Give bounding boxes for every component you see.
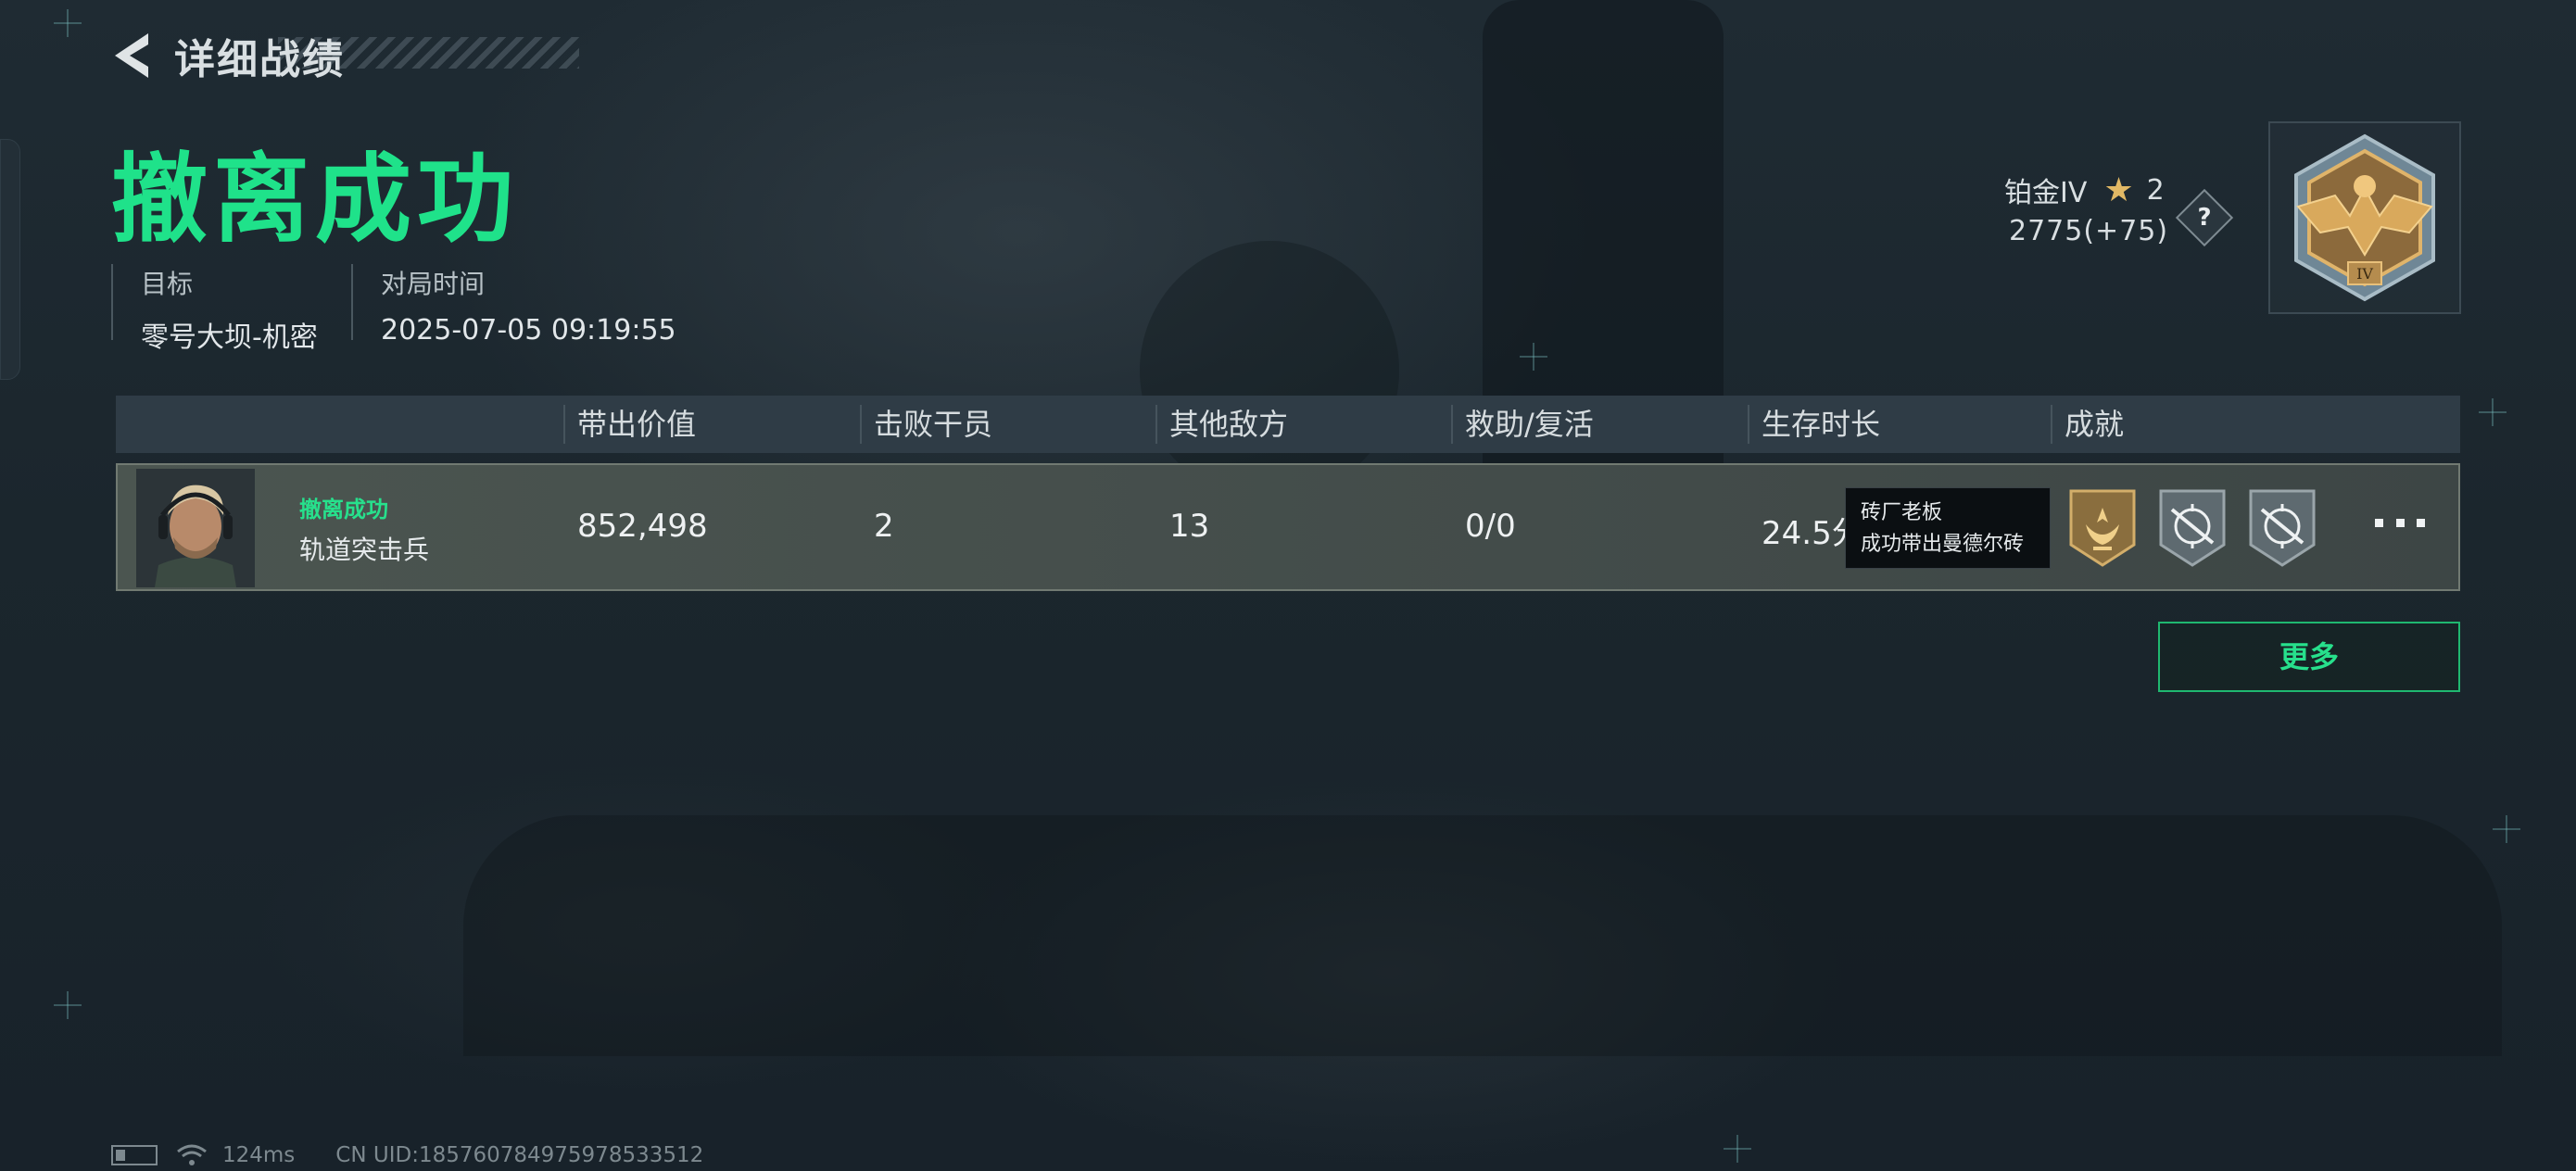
badge-numeral: IV (2356, 265, 2373, 283)
question-icon: ? (2197, 204, 2212, 232)
battery-icon (111, 1145, 158, 1165)
column-header-assist-revive: 救助/复活 (1465, 407, 1594, 442)
column-header-achievements: 成就 (2065, 407, 2125, 442)
column-header-kills: 击败干员 (874, 407, 993, 442)
match-time-value: 2025-07-05 09:19:55 (381, 314, 676, 346)
column-header-value: 带出价值 (577, 407, 697, 442)
crosshair-decoration (2493, 815, 2520, 843)
column-header-other-enemies: 其他敌方 (1169, 407, 1289, 442)
more-button[interactable]: 更多 (2158, 622, 2460, 692)
player-row[interactable]: 撤离成功 轨道突击兵 852,498 2 13 0/0 24.5分 砖厂老板 成… (116, 463, 2460, 591)
operator-avatar (136, 469, 255, 587)
rank-help-button[interactable]: ? (2175, 188, 2234, 247)
background-ground-silhouette (463, 815, 2502, 1056)
extracted-value: 852,498 (577, 508, 708, 545)
target-label: 目标 (141, 269, 194, 299)
match-time-info: 对局时间 2025-07-05 09:19:55 (351, 264, 676, 346)
crosshair-badge-icon[interactable] (2245, 487, 2319, 569)
platinum-eagle-badge-icon: IV (2294, 133, 2435, 302)
crosshair-decoration (1724, 1135, 1751, 1163)
crosshair-decoration (1520, 343, 1547, 371)
table-header: 带出价值 击败干员 其他敌方 救助/复活 生存时长 成就 (116, 396, 2460, 453)
match-time-label: 对局时间 (381, 269, 486, 299)
header-bar: 详细战绩 (111, 26, 345, 85)
side-drawer-handle[interactable] (0, 139, 20, 380)
tooltip-description: 成功带出曼德尔砖 (1861, 533, 2025, 556)
crosshair-decoration (54, 991, 82, 1019)
user-uid: CN UID:18576078497597853351​2 (335, 1143, 704, 1167)
row-more-options-icon[interactable] (2375, 513, 2425, 532)
assist-revive-count: 0/0 (1465, 508, 1516, 545)
operators-defeated: 2 (874, 508, 894, 545)
operator-class: 轨道突击兵 (299, 535, 430, 565)
crosshair-decoration (54, 9, 82, 37)
page-title: 详细战绩 (174, 36, 345, 83)
star-icon: ★ (2103, 170, 2134, 209)
wifi-icon (177, 1144, 207, 1165)
achievement-tooltip: 砖厂老板 成功带出曼德尔砖 (1845, 487, 2051, 569)
tooltip-title: 砖厂老板 (1861, 501, 1943, 524)
other-enemies-defeated: 13 (1169, 508, 1210, 545)
status-bar: 124ms CN UID:18576078497597853351​2 (111, 1143, 703, 1167)
gold-laurel-badge-icon[interactable] (2065, 487, 2140, 569)
crosshair-decoration (2479, 398, 2507, 426)
column-header-survival-time: 生存时长 (1762, 407, 1881, 442)
crosshair-badge-icon[interactable] (2155, 487, 2229, 569)
survival-time: 24.5分 (1762, 515, 1845, 552)
target-value: 零号大坝-机密 (141, 321, 318, 354)
rank-score: 2775(+75) (2009, 215, 2169, 247)
target-info: 目标 零号大坝-机密 (111, 264, 318, 354)
player-extraction-status: 撤离成功 (299, 497, 388, 523)
operator-portrait-icon (136, 469, 255, 587)
ping-value: 124ms (222, 1143, 296, 1167)
extraction-result-title: 撤离成功 (111, 143, 520, 256)
rank-stars: 2 (2146, 173, 2165, 207)
rank-tier: 铂金IV ★ 2 (2004, 170, 2165, 210)
back-arrow-icon[interactable] (111, 30, 156, 82)
rank-tier-name: 铂金IV (2004, 177, 2088, 209)
rank-badge[interactable]: IV (2268, 121, 2461, 314)
background-dish-silhouette (1140, 241, 1399, 500)
